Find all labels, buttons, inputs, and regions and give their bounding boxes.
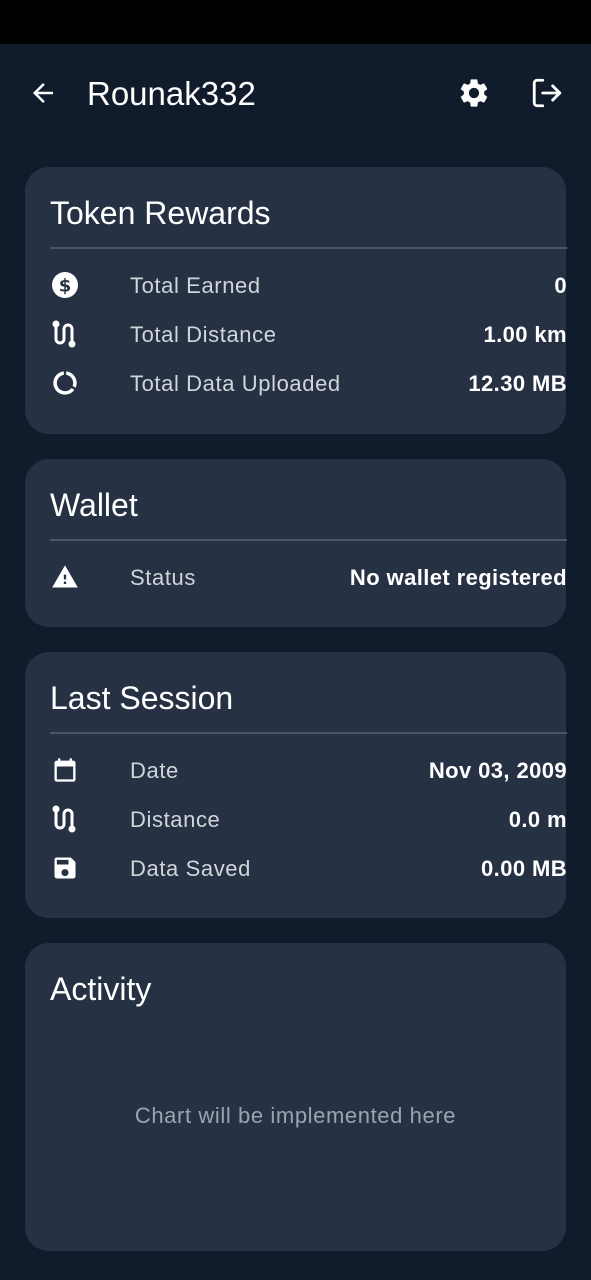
back-button[interactable] — [19, 69, 67, 117]
card-title: Token Rewards — [50, 195, 271, 231]
data-usage-icon — [53, 371, 77, 395]
wallet-status-row: Status No wallet registered — [50, 556, 567, 600]
session-data-saved-value: 0.00 MB — [481, 856, 567, 881]
row-label: Total Distance — [130, 322, 277, 347]
total-earned-row: $ Total Earned 0 — [50, 264, 567, 308]
calendar-icon — [54, 758, 76, 782]
warning-icon — [52, 565, 78, 588]
row-label: Distance — [130, 807, 221, 832]
logout-button[interactable] — [523, 69, 571, 117]
divider — [50, 539, 567, 541]
wallet-card: Wallet Status No wallet registered — [25, 459, 567, 627]
chart-placeholder: Chart will be implemented here — [134, 1103, 457, 1128]
route-icon — [52, 320, 76, 348]
total-data-uploaded-value: 12.30 MB — [468, 371, 567, 396]
card-title: Activity — [50, 971, 152, 1007]
route-icon — [52, 805, 76, 833]
page-title: Rounak332 — [87, 75, 256, 112]
session-date-value: Nov 03, 2009 — [428, 758, 567, 783]
card-title: Wallet — [50, 487, 138, 523]
gear-icon — [460, 79, 488, 107]
arrow-left-icon — [33, 83, 53, 103]
logout-icon — [532, 78, 562, 108]
total-distance-row: Total Distance 1.00 km — [50, 313, 567, 357]
row-label: Total Data Uploaded — [130, 371, 341, 396]
token-rewards-card: Token Rewards $ Total Earned 0 Total Dis… — [25, 167, 567, 434]
session-distance-row: Distance 0.0 m — [50, 798, 567, 842]
svg-text:$: $ — [59, 276, 72, 297]
session-data-saved-row: Data Saved 0.00 MB — [50, 847, 567, 891]
app-bar: Rounak332 — [0, 44, 591, 144]
activity-card: Activity Chart will be implemented here — [25, 943, 566, 1251]
session-distance-value: 0.0 m — [508, 807, 567, 832]
row-label: Data Saved — [130, 856, 251, 881]
card-title: Last Session — [50, 680, 234, 716]
status-bar — [0, 0, 591, 44]
session-date-row: Date Nov 03, 2009 — [50, 749, 567, 793]
dollar-circle-icon: $ — [52, 272, 78, 298]
settings-button[interactable] — [450, 69, 498, 117]
total-earned-value: 0 — [554, 273, 567, 298]
divider — [50, 247, 567, 249]
total-distance-value: 1.00 km — [483, 322, 567, 347]
row-label: Status — [130, 565, 196, 590]
row-label: Date — [130, 758, 179, 783]
row-label: Total Earned — [130, 273, 261, 298]
save-icon — [54, 857, 76, 879]
wallet-status-value: No wallet registered — [349, 565, 567, 590]
total-data-uploaded-row: Total Data Uploaded 12.30 MB — [50, 362, 567, 406]
divider — [50, 732, 567, 734]
last-session-card: Last Session Date Nov 03, 2009 Distance … — [25, 652, 567, 918]
